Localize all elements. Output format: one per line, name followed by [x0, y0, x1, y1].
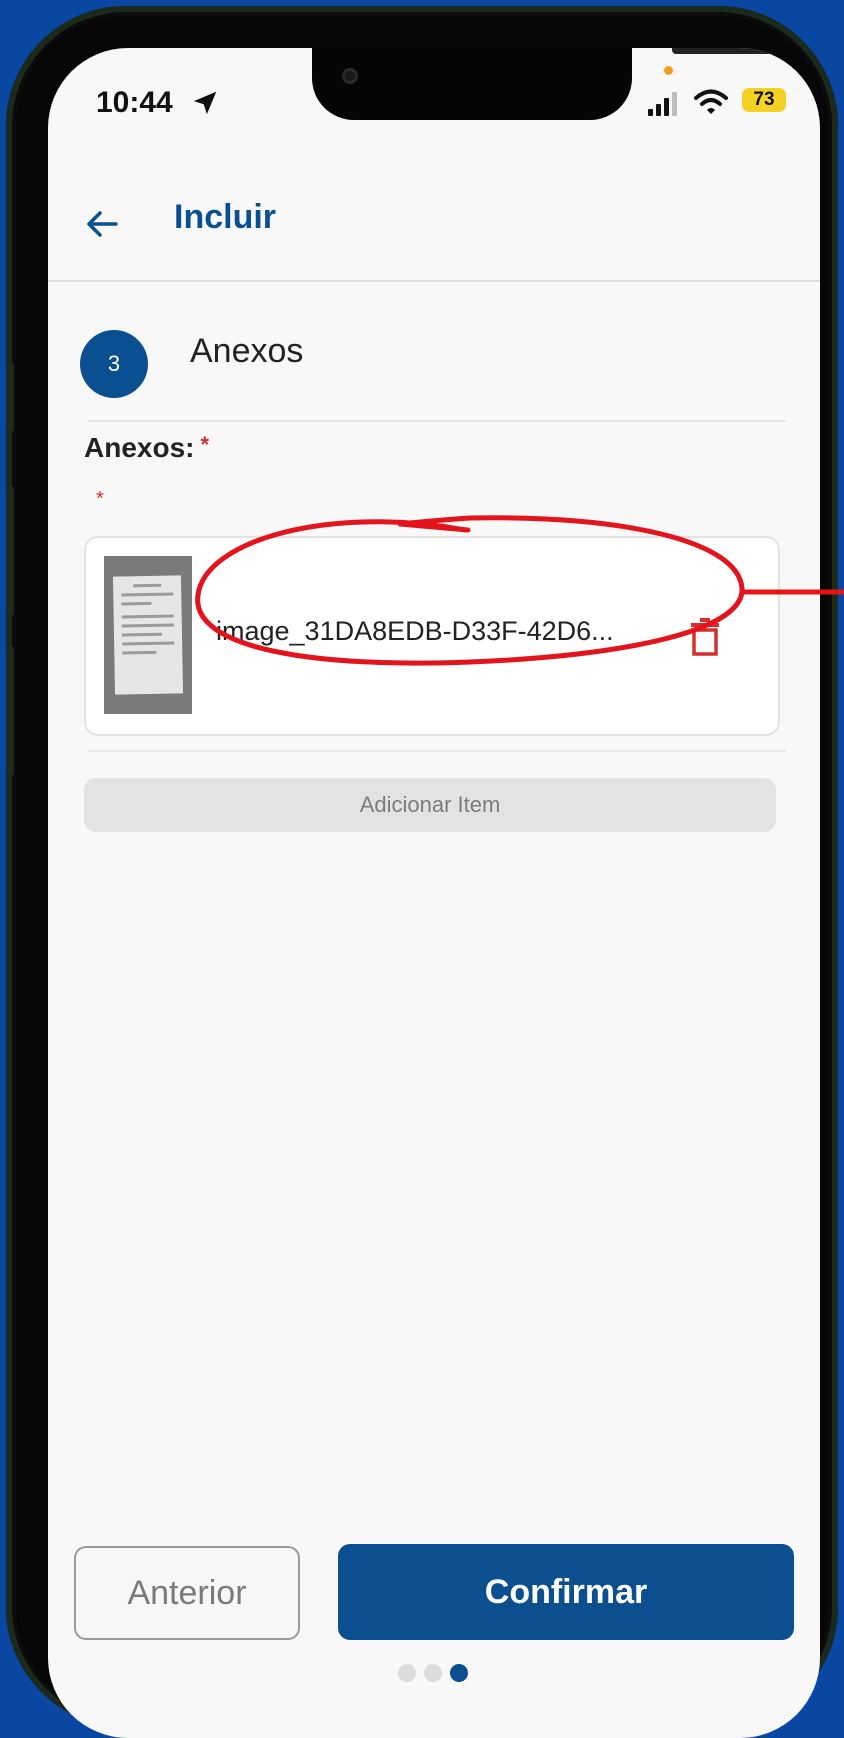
- front-camera: [342, 68, 358, 84]
- add-item-button[interactable]: Adicionar Item: [84, 778, 776, 832]
- app-screen: 10:44 73 Incluir 3 Anexos Anexos: * * im…: [48, 48, 820, 1738]
- divider: [88, 420, 786, 422]
- step-title: Anexos: [190, 332, 304, 370]
- status-time: 10:44: [96, 86, 173, 119]
- previous-button[interactable]: Anterior: [74, 1546, 300, 1640]
- silent-switch: [6, 362, 14, 432]
- speaker: [672, 48, 802, 54]
- attachments-label-text: Anexos:: [84, 432, 195, 463]
- volume-up-button: [6, 486, 14, 616]
- page-title: Incluir: [174, 198, 277, 236]
- notch: [312, 48, 802, 120]
- attachment-card[interactable]: image_31DA8EDB-D33F-42D6...: [84, 536, 780, 736]
- step-indicator: [398, 1662, 478, 1684]
- back-arrow-icon[interactable]: [82, 204, 122, 244]
- wifi-icon: [694, 89, 728, 114]
- phone-frame: 10:44 73 Incluir 3 Anexos Anexos: * * im…: [6, 6, 838, 1738]
- attachment-file-name: image_31DA8EDB-D33F-42D6...: [216, 616, 614, 646]
- privacy-indicator-dot: [664, 66, 673, 75]
- confirm-button[interactable]: Confirmar: [338, 1544, 794, 1640]
- attachments-label: Anexos: *: [84, 432, 209, 464]
- app-header: Incluir: [48, 168, 820, 282]
- trash-icon[interactable]: [690, 618, 720, 656]
- battery-indicator: 73: [742, 88, 786, 112]
- step-dot: [424, 1664, 442, 1682]
- step-number-badge: 3: [80, 330, 148, 398]
- attachment-thumbnail[interactable]: [104, 556, 192, 714]
- divider: [88, 750, 786, 752]
- location-arrow-icon: [193, 91, 217, 115]
- required-asterisk: *: [200, 432, 210, 457]
- step-dot: [398, 1664, 416, 1682]
- volume-down-button: [6, 646, 14, 776]
- required-asterisk-secondary: *: [96, 488, 104, 510]
- document-preview: [112, 575, 184, 695]
- signal-icon: [648, 92, 677, 116]
- step-dot-active: [450, 1664, 468, 1682]
